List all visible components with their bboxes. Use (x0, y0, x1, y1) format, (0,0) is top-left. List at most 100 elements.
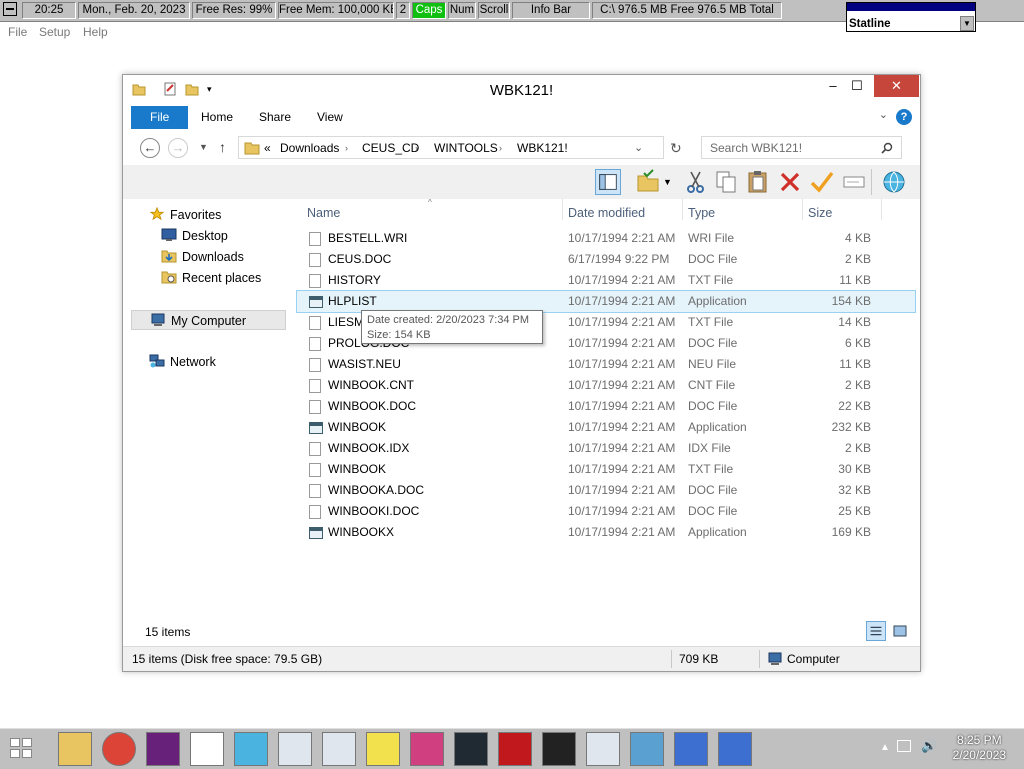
breadcrumb-separator-icon[interactable]: › (345, 143, 348, 153)
disk-app-taskbar-icon[interactable] (366, 732, 400, 766)
window-taskbar-icon[interactable] (278, 732, 312, 766)
application-icon (309, 296, 323, 308)
clock-date: 2/20/2023 (952, 748, 1006, 762)
file-row[interactable]: HLPLIST 10/17/1994 2:21 AM Application 154 … (296, 290, 916, 313)
breadcrumb-ceus-cd[interactable]: CEUS_CD (362, 141, 419, 155)
file-date: 10/17/1994 2:21 AM (568, 462, 676, 476)
volume-icon[interactable]: 🔊 (921, 738, 937, 754)
expand-ribbon-icon[interactable]: ⌄ (879, 108, 888, 121)
navigation-pane: Favorites Desktop Downloads Recent place… (131, 200, 291, 614)
cut-icon[interactable] (683, 169, 709, 195)
menu-help[interactable]: Help (83, 25, 108, 39)
breadcrumb-downloads[interactable]: Downloads (280, 141, 339, 155)
fish-app-taskbar-icon[interactable] (674, 732, 708, 766)
column-name[interactable]: Name (307, 203, 340, 223)
tab-file[interactable]: File (131, 106, 189, 129)
folder-options-icon[interactable] (635, 169, 661, 195)
fish-app-taskbar-icon[interactable] (718, 732, 752, 766)
sort-ascending-icon: ^ (428, 198, 432, 207)
explorer-taskbar-icon[interactable] (58, 732, 92, 766)
help-icon[interactable]: ? (896, 109, 912, 125)
file-row[interactable]: WINBOOK.DOC 10/17/1994 2:21 AM DOC File 22 … (297, 396, 915, 417)
terminal-taskbar-icon[interactable] (454, 732, 488, 766)
exit-app-taskbar-icon[interactable] (630, 732, 664, 766)
file-type: DOC File (688, 504, 738, 518)
title-bar[interactable]: ▾ WBK121! – ☐ ✕ (123, 75, 920, 105)
delete-icon[interactable] (777, 169, 803, 195)
caps-indicator: Caps (412, 2, 446, 19)
search-input[interactable]: Search WBK121! (701, 136, 902, 159)
file-type: NEU File (688, 357, 737, 371)
maximize-button[interactable]: ☐ (846, 75, 868, 97)
file-row[interactable]: HISTORY 10/17/1994 2:21 AM TXT File 11 KB (297, 270, 915, 291)
transfer-taskbar-icon[interactable] (234, 732, 268, 766)
breadcrumb-wbk121[interactable]: WBK121! (517, 141, 568, 155)
menu-setup[interactable]: Setup (39, 25, 70, 39)
close-button[interactable]: ✕ (874, 75, 919, 97)
dropdown-arrow-icon[interactable]: ▼ (960, 16, 974, 31)
7zip-taskbar-icon[interactable] (190, 732, 224, 766)
nav-desktop[interactable]: Desktop (161, 226, 228, 246)
system-menu-button[interactable] (3, 2, 17, 16)
file-row[interactable]: WASIST.NEU 10/17/1994 2:21 AM NEU File 11 K… (297, 354, 915, 375)
nav-network[interactable]: Network (149, 352, 216, 372)
statline-dropdown[interactable]: Statline ▼ (846, 2, 976, 32)
file-name: CEUS.DOC (328, 252, 392, 266)
file-row[interactable]: WINBOOK.CNT 10/17/1994 2:21 AM CNT File 2 K… (297, 375, 915, 396)
tab-view[interactable]: View (305, 106, 355, 129)
window-taskbar-icon[interactable] (322, 732, 356, 766)
file-date: 10/17/1994 2:21 AM (568, 357, 676, 371)
file-row[interactable]: WINBOOKX 10/17/1994 2:21 AM Application 169… (297, 522, 915, 543)
document-icon (309, 442, 321, 456)
up-button[interactable]: ↑ (219, 139, 226, 155)
tab-home[interactable]: Home (189, 106, 245, 129)
checkmark-icon[interactable] (809, 169, 835, 195)
breadcrumb-separator-icon[interactable]: › (415, 143, 418, 153)
recent-locations-icon[interactable]: ▼ (199, 142, 208, 152)
network-tray-icon[interactable] (897, 740, 911, 752)
column-date-modified[interactable]: Date modified (568, 203, 645, 223)
refresh-icon[interactable]: ↻ (670, 140, 682, 157)
chrome-taskbar-icon[interactable] (102, 732, 136, 766)
breadcrumb-wintools[interactable]: WINTOOLS (434, 141, 498, 155)
file-row[interactable]: WINBOOKA.DOC 10/17/1994 2:21 AM DOC File 32… (297, 480, 915, 501)
back-button[interactable]: ← (140, 138, 160, 158)
paste-icon[interactable] (745, 169, 771, 195)
breadcrumb-separator-icon[interactable]: › (499, 143, 502, 153)
visual-studio-taskbar-icon[interactable] (146, 732, 180, 766)
chevron-down-icon[interactable]: ⌄ (634, 141, 643, 154)
nav-my-computer[interactable]: My Computer (131, 310, 286, 330)
preview-pane-icon[interactable] (595, 169, 621, 195)
large-icons-view-icon[interactable] (890, 621, 910, 641)
forward-button[interactable]: → (168, 138, 188, 158)
info-bar-button[interactable]: Info Bar (512, 2, 590, 19)
paint-app-taskbar-icon[interactable] (410, 732, 444, 766)
minimize-button[interactable]: – (822, 75, 844, 97)
window-taskbar-icon[interactable] (586, 732, 620, 766)
breadcrumb-overflow[interactable]: « (264, 141, 271, 155)
show-hidden-icons-icon[interactable]: ▲ (880, 742, 890, 753)
file-row[interactable]: CEUS.DOC 6/17/1994 9:22 PM DOC File 2 KB (297, 249, 915, 270)
hot-app-taskbar-icon[interactable] (498, 732, 532, 766)
file-row[interactable]: WINBOOK.IDX 10/17/1994 2:21 AM IDX File 2 K… (297, 438, 915, 459)
nav-recent-places[interactable]: Recent places (161, 268, 261, 288)
copy-icon[interactable] (713, 169, 739, 195)
column-type[interactable]: Type (688, 203, 715, 223)
hours-app-taskbar-icon[interactable] (542, 732, 576, 766)
file-row[interactable]: WINBOOK 10/17/1994 2:21 AM TXT File 30 KB (297, 459, 915, 480)
address-bar[interactable]: « Downloads › CEUS_CD › WINTOOLS › WBK12… (238, 136, 664, 159)
scroll-indicator: Scroll (478, 2, 510, 19)
tab-share[interactable]: Share (247, 106, 303, 129)
file-row[interactable]: WINBOOK 10/17/1994 2:21 AM Application 232 … (297, 417, 915, 438)
file-row[interactable]: WINBOOKI.DOC 10/17/1994 2:21 AM DOC File 25… (297, 501, 915, 522)
details-view-icon[interactable] (866, 621, 886, 641)
column-size[interactable]: Size (808, 203, 832, 223)
start-button[interactable] (10, 738, 34, 760)
menu-file[interactable]: File (8, 25, 27, 39)
rename-icon[interactable] (841, 169, 867, 195)
file-row[interactable]: BESTELL.WRI 10/17/1994 2:21 AM WRI File 4 K… (297, 228, 915, 249)
nav-favorites[interactable]: Favorites (149, 205, 221, 225)
nav-downloads[interactable]: Downloads (161, 247, 244, 267)
taskbar-clock[interactable]: 8:25 PM 2/20/2023 (953, 733, 1006, 763)
network-globe-icon[interactable] (881, 169, 907, 195)
